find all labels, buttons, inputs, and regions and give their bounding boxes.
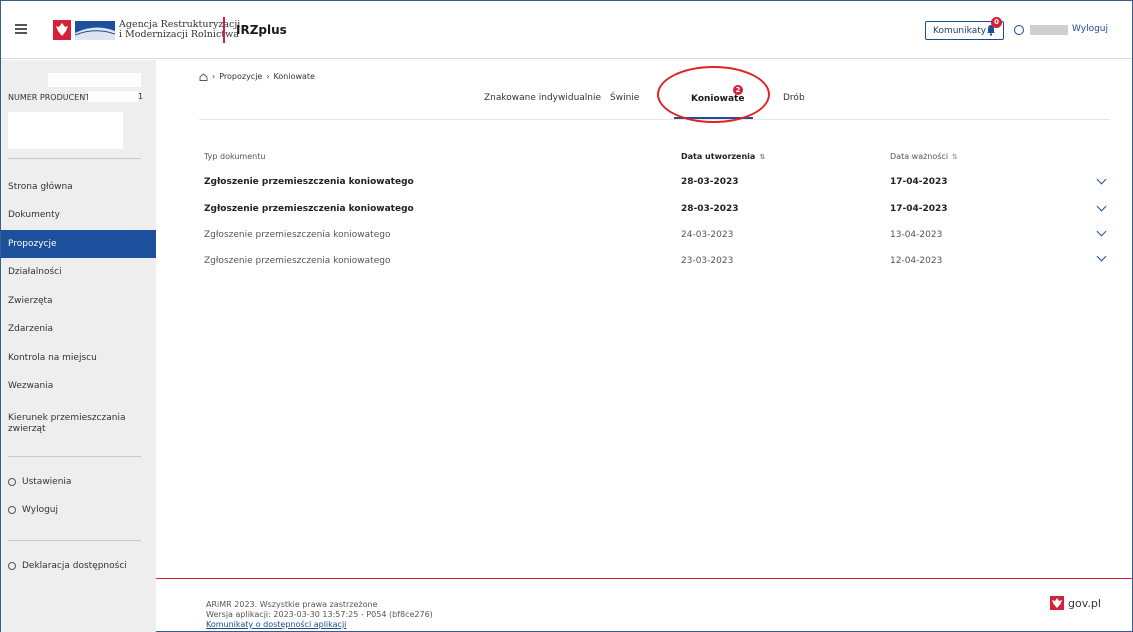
tab-znakowane-indywidualnie[interactable]: Znakowane indywidualnie [484, 93, 601, 103]
sidebar-item-label: Kierunek przemieszczania zwierząt [8, 413, 126, 434]
sidebar-item-wezwania[interactable]: Wezwania [1, 372, 156, 400]
app-header: Agencja Restrukturyzacji i Modernizacji … [1, 1, 1132, 59]
sidebar-item-label: Wyloguj [22, 505, 58, 515]
header-logout-link[interactable]: Wyloguj [1072, 24, 1108, 34]
sidebar-item-label: Ustawienia [22, 477, 72, 487]
app-title: IRZplus [236, 23, 287, 37]
highlight-ellipse [657, 66, 770, 123]
sidebar-item-dokumenty[interactable]: Dokumenty [1, 201, 156, 229]
sidebar-item-label: Kontrola na miejscu [8, 353, 97, 363]
column-header-label: Typ dokumentu [204, 152, 266, 161]
govpl-label: gov.pl [1068, 596, 1101, 610]
user-name-redacted [1030, 25, 1068, 35]
sidebar-item-label: Propozycje [8, 239, 57, 249]
sidebar-item-label: Działalności [8, 267, 62, 277]
sidebar-divider [8, 158, 141, 159]
producer-number-suffix: 1 [138, 92, 144, 101]
sidebar-divider [8, 540, 141, 541]
cell-created: 23-03-2023 [681, 256, 734, 266]
footer-divider [156, 578, 1132, 579]
polish-eagle-icon [1050, 596, 1064, 610]
cell-type: Zgłoszenie przemieszczenia koniowatego [204, 177, 414, 187]
cell-created: 28-03-2023 [681, 204, 739, 214]
sidebar-item-label: Dokumenty [8, 210, 60, 220]
govpl-logo[interactable]: gov.pl [1050, 596, 1101, 610]
producer-name-redacted [48, 73, 141, 87]
sidebar-item-label: Strona główna [8, 182, 73, 192]
footer-accessibility-link[interactable]: Komunikaty o dostępności aplikacji [206, 620, 433, 630]
cell-type: Zgłoszenie przemieszczenia koniowatego [204, 256, 391, 266]
cell-valid: 17-04-2023 [890, 177, 948, 187]
cell-type: Zgłoszenie przemieszczenia koniowatego [204, 230, 391, 240]
notification-badge: 0 [991, 17, 1002, 28]
breadcrumb-koniowate: Koniowate [273, 72, 315, 81]
sidebar-item-ustawienia[interactable]: Ustawienia [1, 468, 156, 496]
breadcrumb-separator: › [266, 72, 270, 81]
sidebar-item-zwierzeta[interactable]: Zwierzęta [1, 287, 156, 315]
cell-type: Zgłoszenie przemieszczenia koniowatego [204, 204, 414, 214]
footer: ARiMR 2023. Wszystkie prawa zastrzeżone … [206, 600, 433, 630]
header-separator [223, 17, 225, 43]
cell-valid: 17-04-2023 [890, 204, 948, 214]
user-icon [8, 506, 16, 514]
sidebar-item-wyloguj[interactable]: Wyloguj [1, 496, 156, 524]
producer-number-label: NUMER PRODUCENTA: [8, 93, 98, 102]
cell-created: 24-03-2023 [681, 230, 734, 240]
producer-address-redacted [8, 112, 123, 149]
polish-eagle-logo [53, 20, 71, 40]
sidebar-item-kontrola[interactable]: Kontrola na miejscu [1, 344, 156, 372]
sidebar-item-label: Zwierzęta [8, 296, 53, 306]
chevron-down-icon[interactable] [1096, 226, 1107, 237]
sidebar-item-label: Wezwania [8, 381, 54, 391]
column-header-label: Data utworzenia [681, 152, 756, 161]
sidebar-item-label: Zdarzenia [8, 324, 54, 334]
user-icon [1014, 25, 1024, 35]
breadcrumb-propozycje[interactable]: Propozycje [219, 72, 262, 81]
cell-valid: 12-04-2023 [890, 256, 943, 266]
sidebar-item-deklaracja[interactable]: Deklaracja dostępności [1, 552, 156, 580]
sidebar: NUMER PRODUCENTA: 1 Strona główna Dokume… [1, 60, 156, 632]
agency-name: Agencja Restrukturyzacji i Modernizacji … [119, 20, 240, 40]
sort-icon: ⇅ [952, 152, 958, 161]
komunikaty-button[interactable]: Komunikaty 0 [925, 17, 1004, 40]
chevron-down-icon[interactable] [1096, 251, 1107, 262]
producer-number-redacted [88, 91, 138, 102]
column-header-data-waznosci[interactable]: Data ważności ⇅ [890, 152, 958, 161]
home-icon[interactable] [199, 72, 208, 81]
sidebar-item-strona-glowna[interactable]: Strona główna [1, 173, 156, 201]
footer-version: Wersja aplikacji: 2023-03-30 13:57:25 - … [206, 610, 433, 619]
sidebar-item-label: Deklaracja dostępności [22, 561, 127, 571]
chevron-down-icon[interactable] [1096, 201, 1107, 212]
sidebar-item-propozycje[interactable]: Propozycje [1, 230, 156, 258]
column-header-data-utworzenia[interactable]: Data utworzenia ⇅ [681, 152, 765, 161]
sidebar-item-zdarzenia[interactable]: Zdarzenia [1, 315, 156, 343]
menu-icon[interactable] [15, 24, 27, 34]
chevron-down-icon[interactable] [1096, 174, 1107, 185]
arimr-logo [75, 21, 115, 40]
tab-swinie[interactable]: Świnie [610, 93, 639, 103]
agency-name-line2: i Modernizacji Rolnictwa [119, 29, 239, 40]
sort-icon: ⇅ [759, 152, 766, 161]
sidebar-divider [8, 456, 141, 457]
footer-copyright: ARiMR 2023. Wszystkie prawa zastrzeżone [206, 600, 378, 609]
column-header-label: Data ważności [890, 152, 949, 161]
sidebar-item-kierunek[interactable]: Kierunek przemieszczania zwierząt [1, 411, 141, 439]
tab-drob[interactable]: Drób [783, 93, 805, 103]
breadcrumb-separator: › [212, 72, 216, 81]
gear-icon [8, 478, 16, 486]
breadcrumb: › Propozycje › Koniowate [199, 72, 315, 81]
cell-created: 28-03-2023 [681, 177, 739, 187]
komunikaty-label: Komunikaty [933, 25, 987, 36]
cell-valid: 13-04-2023 [890, 230, 943, 240]
tabs-divider [199, 119, 1110, 120]
sidebar-item-dzialalnosci[interactable]: Działalności [1, 258, 156, 286]
accessibility-icon [8, 562, 16, 570]
column-header-typ: Typ dokumentu [204, 152, 265, 161]
